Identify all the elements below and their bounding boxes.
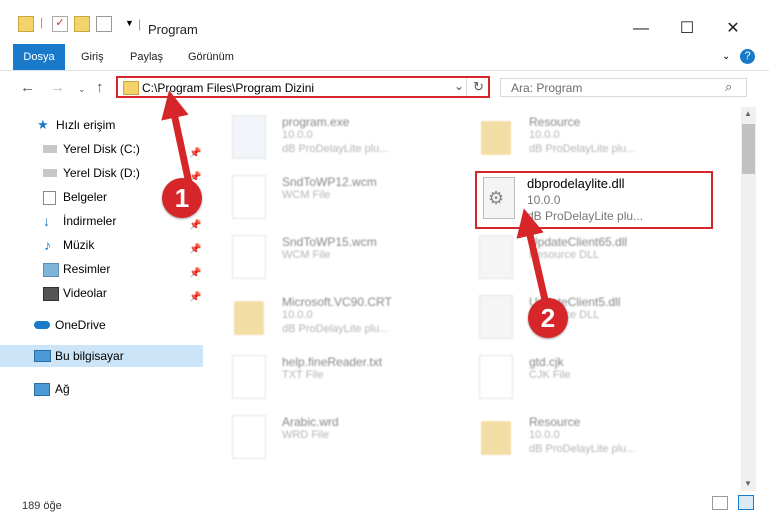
arrow-1 — [161, 90, 194, 189]
annotation-arrows — [161, 90, 549, 301]
step-2-badge: 2 — [528, 298, 568, 338]
arrow-2 — [516, 208, 549, 301]
step-1-badge: 1 — [162, 178, 202, 218]
